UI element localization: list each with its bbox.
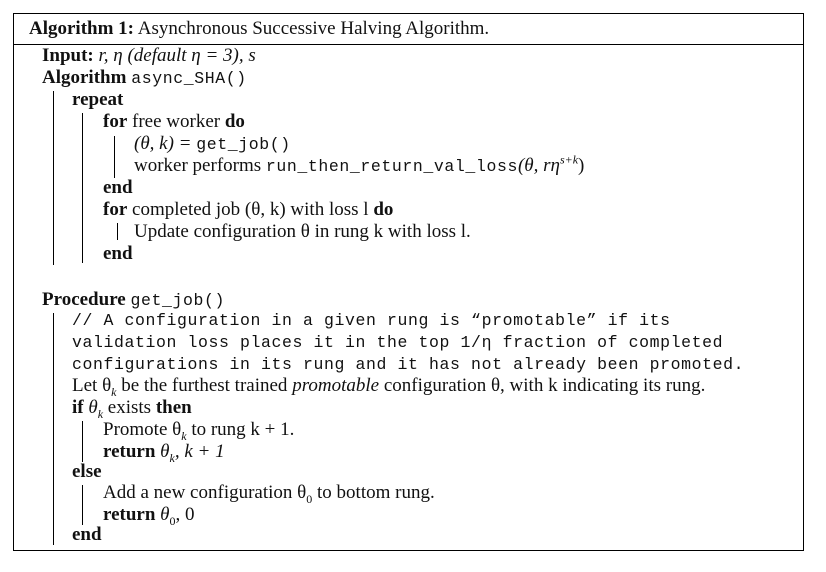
procedure-block-bar [53, 313, 54, 545]
if-exists: exists [103, 397, 152, 418]
algorithm-block-bar [53, 91, 54, 265]
return1-line: return θk, k + 1 [103, 441, 225, 464]
repeat-keyword: repeat [72, 89, 124, 110]
algorithm-title-bar: Algorithm 1: Asynchronous Successive Hal… [14, 14, 803, 45]
algorithm-title: Algorithm 1: Asynchronous Successive Hal… [29, 18, 489, 40]
procedure-function-name: get_job() [130, 291, 225, 310]
input-params: r, η (default η = 3), s [98, 45, 256, 66]
repeat-block-bar [82, 113, 83, 263]
assign-lhs: (θ, k) = [134, 133, 197, 154]
comment-line-2: validation loss places it in the top 1/η… [72, 333, 724, 352]
assign-call: get_job() [196, 135, 291, 154]
then-keyword: then [155, 397, 192, 418]
return2-rest: , 0 [175, 504, 195, 525]
add-a: Add a new configuration θ [103, 482, 307, 503]
for-text: free worker [132, 111, 221, 132]
procedure-line: Procedure get_job() [42, 289, 225, 312]
let-a: Let θ [72, 375, 112, 396]
return2-keyword: return [103, 504, 156, 525]
end-for2-keyword: end [103, 243, 133, 264]
input-keyword: Input: [42, 45, 94, 66]
end-if-keyword: end [72, 524, 102, 545]
add-line: Add a new configuration θ0 to bottom run… [103, 482, 435, 505]
algorithm-function-name: async_SHA() [131, 69, 247, 88]
add-b: to bottom rung. [312, 482, 435, 503]
worker-text: worker performs [134, 155, 266, 176]
procedure-keyword: Procedure [42, 289, 126, 310]
let-emphasis: promotable [292, 375, 380, 396]
algorithm-label: Algorithm 1: [29, 18, 135, 39]
if-line: if θk exists then [72, 397, 192, 420]
do-keyword: do [224, 111, 245, 132]
else-block-bar [82, 485, 83, 525]
for2-text: completed job (θ, k) with loss l [132, 199, 369, 220]
for-block-bar [114, 136, 115, 178]
return1-theta: θ [160, 441, 170, 462]
algorithm-keyword: Algorithm [42, 67, 127, 88]
return2-theta: θ [160, 504, 170, 525]
algorithm-line: Algorithm async_SHA() [42, 67, 247, 90]
if-block-bar [82, 421, 83, 462]
assign-line: (θ, k) = get_job() [134, 133, 291, 156]
do2-keyword: do [373, 199, 394, 220]
comment-line-3: configurations in its rung and it has no… [72, 355, 745, 374]
let-b: be the furthest trained [116, 375, 293, 396]
algorithm-caption: Asynchronous Successive Halving Algorith… [137, 18, 490, 39]
worker-call: run_then_return_val_loss [265, 157, 518, 176]
promote-line: Promote θk to rung k + 1. [103, 419, 295, 442]
for2-block-bar [117, 223, 118, 240]
if-theta: θ [88, 397, 98, 418]
else-keyword: else [72, 461, 102, 482]
for-completed-job-line: for completed job (θ, k) with loss l do [103, 199, 393, 221]
return1-keyword: return [103, 441, 156, 462]
worker-line: worker performs run_then_return_val_loss… [134, 152, 585, 178]
worker-close: ) [578, 155, 585, 176]
promote-b: to rung k + 1. [186, 419, 295, 440]
worker-exponent: s+k [559, 152, 579, 167]
let-line: Let θk be the furthest trained promotabl… [72, 375, 706, 398]
for-keyword: for [103, 111, 128, 132]
for2-keyword: for [103, 199, 128, 220]
for-free-worker-line: for free worker do [103, 111, 245, 133]
input-line: Input: r, η (default η = 3), s [42, 45, 256, 67]
return1-rest: , k + 1 [174, 441, 225, 462]
if-keyword: if [72, 397, 84, 418]
algorithm-box: Algorithm 1: Asynchronous Successive Hal… [13, 13, 804, 551]
comment-line-1: // A configuration in a given rung is “p… [72, 311, 671, 330]
promote-a: Promote θ [103, 419, 182, 440]
update-line: Update configuration θ in rung k with lo… [134, 221, 471, 242]
let-c: configuration θ, with k indicating its r… [379, 375, 706, 396]
return2-line: return θ0, 0 [103, 504, 195, 527]
end-for-keyword: end [103, 177, 133, 198]
worker-args: (θ, rη [517, 155, 560, 176]
